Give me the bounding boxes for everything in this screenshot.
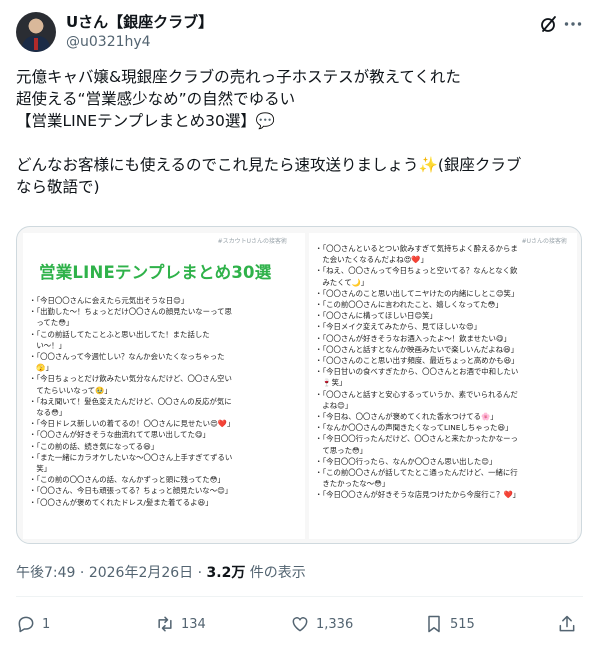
template-item: ・「〇〇さんと話すとなんか映画みたいで楽しいんだよね😆」 bbox=[315, 344, 519, 354]
display-name[interactable]: Uさん【銀座クラブ】 bbox=[66, 12, 213, 32]
template-item: きたかったな〜😳」 bbox=[315, 479, 390, 489]
divider bbox=[16, 596, 583, 597]
bookmark-button[interactable]: 515 bbox=[424, 612, 475, 636]
views-count: 3.2万 bbox=[206, 565, 246, 581]
tweet-line: 元億キャバ嬢&現銀座クラブの売れっ子ホステスが教えてくれた bbox=[16, 68, 461, 86]
template-item: ・「今日〇〇さんに会えたら元気出そうな日😊」 bbox=[29, 296, 189, 305]
author-info: Uさん【銀座クラブ】 @u0321hy4 bbox=[66, 12, 213, 52]
tweet-header: Uさん【銀座クラブ】 @u0321hy4 bbox=[16, 12, 583, 56]
meta-separator: · bbox=[197, 565, 203, 581]
template-item: ・「〇〇さんのこと思い出す頻度、最近ちょっと高めかも😆」 bbox=[315, 356, 519, 366]
bookmark-count: 515 bbox=[450, 616, 475, 632]
retweet-count: 134 bbox=[181, 616, 206, 632]
tweet-line: どんなお客様にも使えるのでこれ見たら速攻送りましょう✨(銀座クラブ bbox=[16, 156, 522, 174]
retweet-icon bbox=[158, 616, 172, 632]
tweet-line: 【営業LINEテンプレまとめ30選】💬 bbox=[16, 112, 276, 130]
template-item: い〜！」 bbox=[29, 340, 66, 350]
meta-separator: · bbox=[79, 565, 85, 581]
template-item: ・「今日〇〇行ったら、なんか〇〇さん思い出した😊」 bbox=[315, 456, 497, 466]
template-item: た会いたくなるんだよね😍❤️」 bbox=[315, 255, 428, 265]
image-panel-left: #スカウトUさんの接客術 営業LINEテンプレまとめ30選 ・「今日〇〇さんに会… bbox=[23, 233, 305, 539]
template-item: ・「今日〇〇行ったんだけど、〇〇さんと来たかったかなーっ bbox=[315, 434, 518, 444]
reply-icon bbox=[18, 616, 34, 633]
template-item: ・「〇〇さんといるとつい飲みすぎて気持ちよく酔えるからま bbox=[315, 244, 518, 253]
template-item: ってた😳」 bbox=[29, 318, 74, 328]
views-label: 件の表示 bbox=[249, 565, 306, 581]
tweet-date[interactable]: 2026年2月26日 bbox=[89, 565, 193, 581]
template-item: みたくて🌙」 bbox=[315, 277, 369, 287]
template-item: て思った😳」 bbox=[315, 445, 368, 455]
reply-count: 1 bbox=[42, 616, 51, 632]
watermark: #Uさんの接客術 bbox=[521, 238, 567, 245]
template-item: ・「今日メイク変えてみたから、見てほしいな😍」 bbox=[315, 322, 482, 332]
share-button[interactable] bbox=[557, 612, 577, 636]
template-item: ・「〇〇さんに構ってほしい日😊笑」 bbox=[315, 311, 437, 321]
action-bar: 1 134 1,336 515 bbox=[16, 612, 583, 636]
template-item: ・「〇〇さんって今週忙しい？なんか会いたくなっちゃった bbox=[29, 352, 225, 362]
template-item: ・「この前の〇〇さんの話、なんかずっと頭に残ってた😳」 bbox=[29, 475, 225, 485]
template-item: ・「この前〇〇さんが話してたとこ通ったんだけど、一緒に行 bbox=[315, 468, 518, 478]
avatar[interactable] bbox=[16, 12, 56, 52]
tweet-text: 元億キャバ嬢&現銀座クラブの売れっ子ホステスが教えてくれた 超使える“営業感少な… bbox=[16, 66, 583, 198]
template-item: ・「この前の話、続き気になってる😆」 bbox=[29, 441, 159, 451]
template-item: ・「〇〇さん、今日も頑張ってる？ちょっと顔見たいな〜😊」 bbox=[29, 486, 233, 496]
template-item: ・「〇〇さんが好きそうなお酒入ったよ〜！飲ませたい😋」 bbox=[315, 333, 511, 343]
template-item: ・「ねえ、〇〇さんって今日ちょっと空いてる？なんとなく飲 bbox=[315, 266, 518, 276]
tweet-time[interactable]: 午後7:49 bbox=[16, 565, 75, 581]
image-panel-right: #Uさんの接客術 ・「〇〇さんといるとつい飲みすぎて気持ちよく酔えるからま た会… bbox=[309, 233, 577, 539]
template-item: ・「また一緒にカラオケしたいな〜〇〇さん上手すぎてずるい bbox=[29, 452, 233, 462]
grok-icon[interactable] bbox=[539, 14, 559, 34]
template-item: ・「〇〇さんが好きそうな曲流れてて思い出してた😋」 bbox=[29, 430, 210, 440]
heart-icon bbox=[292, 617, 308, 632]
template-item: ・「今日〇〇さんが好きそうな店見つけたから今度行こ？❤️」 bbox=[315, 490, 521, 500]
tweet-meta: 午後7:49 · 2026年2月26日 · 3.2万 件の表示 bbox=[16, 562, 306, 582]
template-item: 🍷笑」 bbox=[315, 378, 347, 388]
template-item: ・「出勤した〜！ちょっとだけ〇〇さんの顔見たいなーって思 bbox=[29, 307, 232, 317]
template-item: ・「なんか〇〇さんの声聞きたくなってLINEしちゃった😆」 bbox=[315, 423, 513, 433]
avatar-tie bbox=[34, 38, 38, 50]
retweet-button[interactable]: 134 bbox=[155, 612, 206, 636]
reply-button[interactable]: 1 bbox=[16, 612, 50, 636]
tweet-line: なら敬語で) bbox=[16, 178, 100, 196]
tweet-line: 超使える“営業感少なめ”の自然でゆるい bbox=[16, 90, 296, 108]
template-item: ・「〇〇さんが褒めてくれたドレス/髪また着てるよ😆」 bbox=[29, 497, 213, 507]
template-item: よね😊」 bbox=[315, 400, 353, 410]
template-item: ・「この前〇〇さんに言われたこと、嬉しくなってた😳」 bbox=[315, 300, 503, 310]
image-title: 営業LINEテンプレまとめ30選 bbox=[39, 263, 272, 282]
template-list-left: ・「今日〇〇さんに会えたら元気出そうな日😊」・「出勤した〜！ちょっとだけ〇〇さん… bbox=[29, 295, 234, 508]
bookmark-icon bbox=[428, 615, 440, 633]
template-item: ・「今日甘いの食べすぎたから、〇〇さんとお酒で中和したい bbox=[315, 367, 519, 377]
template-item: ・「〇〇さんと話すと安心するっていうか、素でいられるんだ bbox=[315, 389, 518, 399]
template-item: 🫣」 bbox=[29, 363, 53, 373]
attached-image[interactable]: #スカウトUさんの接客術 営業LINEテンプレまとめ30選 ・「今日〇〇さんに会… bbox=[16, 226, 582, 544]
user-handle[interactable]: @u0321hy4 bbox=[66, 32, 213, 52]
template-item: ・「この前話してたことふと思い出してた！また話した bbox=[29, 329, 210, 339]
template-item: ・「〇〇さんのこと思い出してニヤけたの内緒にしとこ😊笑」 bbox=[315, 288, 519, 298]
template-item: ・「今日ね、〇〇さんが褒めてくれた香水つけてる🌸」 bbox=[315, 412, 498, 422]
template-item: 笑」 bbox=[29, 464, 52, 474]
more-horizontal-icon[interactable] bbox=[563, 14, 583, 34]
share-icon bbox=[559, 615, 575, 632]
template-item: ・「今日ちょっとだけ飲みたい気分なんだけど、〇〇さん空い bbox=[29, 374, 232, 384]
template-item: なる😳」 bbox=[29, 408, 67, 418]
template-item: ・「ねえ聞いて！髪色変えたんだけど、〇〇さんの反応が気に bbox=[29, 396, 232, 406]
like-button[interactable]: 1,336 bbox=[290, 612, 353, 636]
template-item: てたらいいなって🥹」 bbox=[29, 385, 112, 395]
template-item: ・「今日ドレス新しいの着てるの！〇〇さんに見せたい😍❤️」 bbox=[29, 419, 235, 429]
template-list-right: ・「〇〇さんといるとつい飲みすぎて気持ちよく酔えるからま た会いたくなるんだよね… bbox=[315, 243, 520, 501]
like-count: 1,336 bbox=[316, 616, 354, 632]
watermark: #スカウトUさんの接客術 bbox=[217, 238, 287, 245]
